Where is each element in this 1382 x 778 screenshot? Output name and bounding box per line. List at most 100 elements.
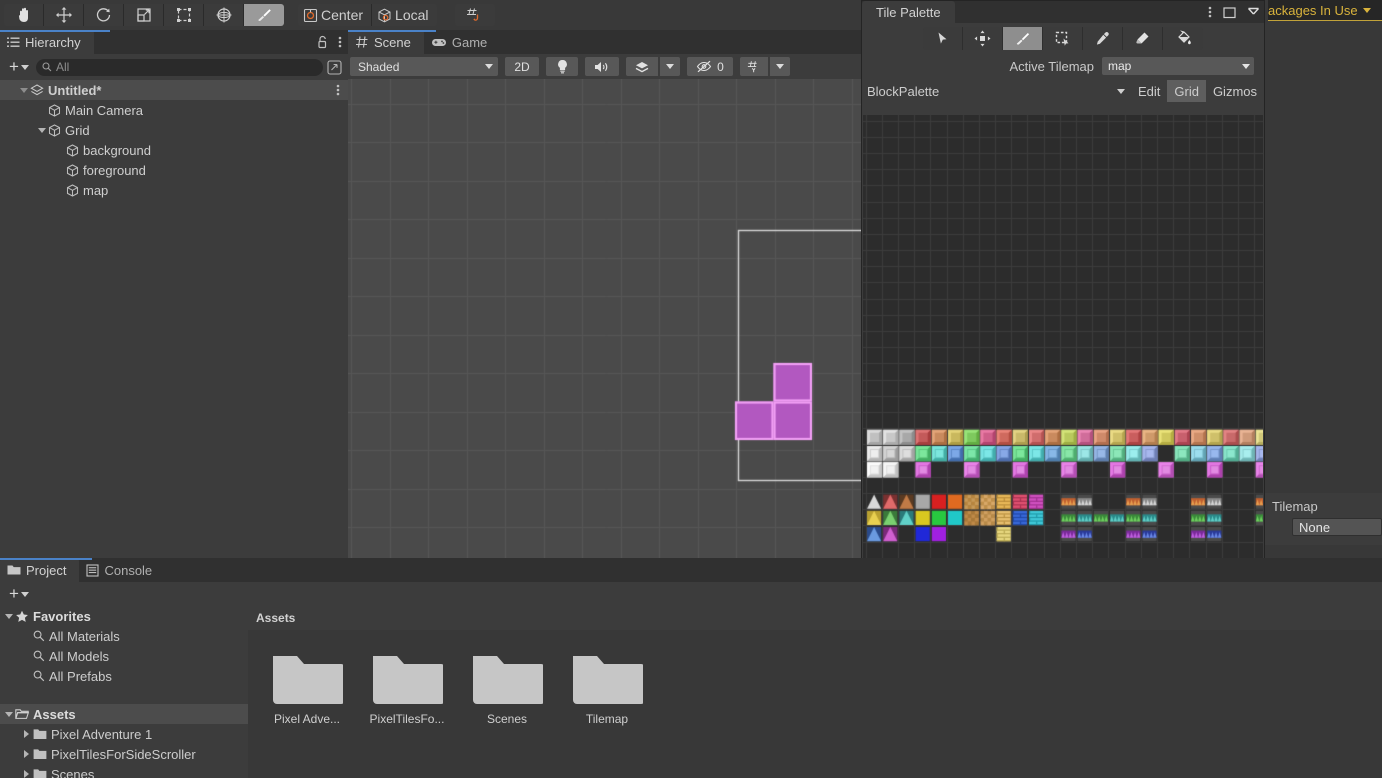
project-tree-item-all-models[interactable]: All Models (0, 646, 248, 666)
scene-grid-dropdown-button[interactable] (770, 57, 790, 76)
palette-gizmos-toggle[interactable]: Gizmos (1206, 80, 1264, 102)
folder-icon (571, 648, 643, 706)
maximize-icon[interactable] (1223, 6, 1236, 19)
rotation-mode-button[interactable]: Local (372, 4, 436, 26)
tab-game[interactable]: Game (424, 30, 500, 54)
close-icon[interactable] (1247, 6, 1260, 19)
packages-in-use-banner[interactable]: ackages In Use (1268, 0, 1382, 21)
project-tree-item-favorites[interactable]: Favorites (0, 606, 248, 626)
expand-search-icon[interactable] (327, 60, 342, 75)
chevron-down-icon[interactable] (5, 614, 13, 619)
tp-move-tool-button[interactable] (963, 27, 1003, 50)
asset-item[interactable]: Tilemap (568, 648, 646, 726)
scale-tool-button[interactable] (124, 4, 164, 26)
chevron-right-icon[interactable] (24, 750, 29, 758)
kebab-menu-icon[interactable] (338, 35, 342, 49)
hierarchy-item-grid[interactable]: Grid (0, 120, 348, 140)
rotate-tool-button[interactable] (84, 4, 124, 26)
hierarchy-search-input[interactable]: All (36, 59, 323, 76)
toggle-audio-button[interactable] (585, 57, 619, 76)
tab-scene[interactable]: Scene (348, 30, 424, 54)
tab-hierarchy[interactable]: Hierarchy (0, 30, 94, 54)
grid-snapping-button[interactable] (455, 4, 495, 26)
tab-console[interactable]: Console (79, 558, 165, 582)
gameobject-icon (48, 124, 61, 137)
assets-breadcrumb: Assets (248, 606, 1382, 630)
pivot-mode-button[interactable]: Center (298, 4, 372, 26)
asset-item[interactable]: PixelTilesFo... (368, 648, 446, 726)
chevron-down-icon[interactable] (20, 88, 28, 93)
hierarchy-item-foreground[interactable]: foreground (0, 160, 348, 180)
active-tilemap-dropdown[interactable]: map (1102, 57, 1254, 75)
project-tree-item-assets[interactable]: Assets (0, 704, 248, 724)
toggle-2d-button[interactable]: 2D (505, 57, 539, 76)
hierarchy-item-untitled-[interactable]: Untitled* (0, 80, 348, 100)
chevron-down-icon[interactable] (38, 128, 46, 133)
project-tree-item-all-materials[interactable]: All Materials (0, 626, 248, 646)
hierarchy-item-map[interactable]: map (0, 180, 348, 200)
eraser-icon (1134, 30, 1151, 47)
hierarchy-item-background[interactable]: background (0, 140, 348, 160)
folder-icon (33, 768, 47, 778)
tp-paint-tool-button[interactable] (1003, 27, 1043, 50)
foldout-toggle[interactable] (2, 614, 15, 619)
project-tree-item-all-prefabs[interactable]: All Prefabs (0, 666, 248, 686)
tile-palette-canvas[interactable] (863, 115, 1263, 611)
active-tab-accent (0, 558, 92, 560)
foldout-toggle[interactable] (20, 750, 33, 758)
asset-item[interactable]: Scenes (468, 648, 546, 726)
palette-dropdown[interactable]: BlockPalette (867, 82, 1131, 101)
chevron-right-icon[interactable] (24, 770, 29, 778)
foldout-toggle[interactable] (17, 88, 30, 93)
tp-box-fill-tool-button[interactable] (1043, 27, 1083, 50)
foldout-toggle[interactable] (2, 712, 15, 717)
move-tool-button[interactable] (44, 4, 84, 26)
hidden-objects-button[interactable]: 0 (687, 57, 733, 76)
scene-grid-button[interactable] (740, 57, 768, 76)
scene-icon (30, 84, 44, 97)
item-icon (33, 728, 47, 740)
project-add-button[interactable]: + (6, 587, 32, 601)
tab-console-label: Console (104, 563, 152, 578)
kebab-menu-icon[interactable] (336, 83, 340, 97)
add-plus-icon: + (9, 60, 19, 74)
tp-select-tool-button[interactable] (923, 27, 963, 50)
foldout-toggle[interactable] (20, 770, 33, 778)
tab-project[interactable]: Project (0, 558, 79, 582)
tp-eraser-tool-button[interactable] (1123, 27, 1163, 50)
toggle-lighting-button[interactable] (546, 57, 578, 76)
palette-grid-toggle[interactable]: Grid (1167, 80, 1206, 102)
shading-mode-dropdown[interactable]: Shaded (350, 57, 498, 76)
kebab-menu-icon[interactable] (1208, 5, 1212, 19)
hierarchy-search-placeholder: All (56, 60, 69, 74)
transform-tool-button[interactable] (204, 4, 244, 26)
toggle-effects-button[interactable] (626, 57, 658, 76)
tile-palette-tab[interactable]: Tile Palette (862, 1, 955, 23)
tile-palette-titlebar[interactable]: Tile Palette (862, 1, 1264, 23)
custom-editor-tool-button[interactable] (244, 4, 284, 26)
effects-dropdown-button[interactable] (660, 57, 680, 76)
chevron-right-icon[interactable] (24, 730, 29, 738)
project-tree-item-pixeltilesforsidescroller[interactable]: PixelTilesForSideScroller (0, 744, 248, 764)
asset-item[interactable]: Pixel Adve... (268, 648, 346, 726)
foldout-toggle[interactable] (35, 128, 48, 133)
chevron-down-icon (21, 65, 29, 70)
tilemap-object-field[interactable]: None (1292, 518, 1382, 536)
folder-open-icon (15, 708, 29, 720)
foldout-toggle[interactable] (20, 730, 33, 738)
hierarchy-add-button[interactable]: + (6, 60, 32, 74)
rect-tool-button[interactable] (164, 4, 204, 26)
star-icon (15, 610, 29, 623)
lightbulb-icon (556, 59, 569, 74)
palette-edit-button[interactable]: Edit (1131, 80, 1167, 102)
hierarchy-item-main-camera[interactable]: Main Camera (0, 100, 348, 120)
tp-fill-tool-button[interactable] (1163, 27, 1203, 50)
hierarchy-tabbar: Hierarchy (0, 30, 348, 54)
lock-open-icon[interactable] (317, 35, 329, 49)
tp-picker-tool-button[interactable] (1083, 27, 1123, 50)
transform-tools-group (4, 4, 284, 26)
project-tree-item-pixel-adventure-1[interactable]: Pixel Adventure 1 (0, 724, 248, 744)
hand-tool-button[interactable] (4, 4, 44, 26)
project-tree-item-scenes[interactable]: Scenes (0, 764, 248, 778)
chevron-down-icon[interactable] (5, 712, 13, 717)
